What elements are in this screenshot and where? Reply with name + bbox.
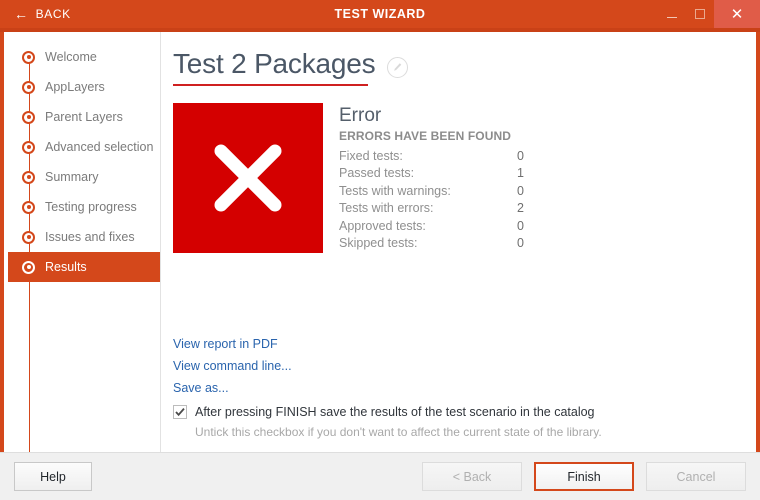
stat-value: 0	[517, 183, 524, 198]
arrow-left-icon: ←	[14, 5, 29, 22]
sidebar-item-label: AppLayers	[45, 80, 105, 94]
stat-label: Tests with errors:	[339, 201, 434, 216]
action-links: View report in PDF View command line... …	[173, 333, 756, 399]
stat-row: Tests with errors: 2	[339, 200, 524, 218]
close-button[interactable]: ✕	[714, 0, 760, 28]
help-button[interactable]: Help	[14, 462, 92, 491]
minimize-button[interactable]	[658, 0, 686, 28]
pencil-edit-icon[interactable]	[387, 56, 409, 78]
wizard-steps-sidebar: Welcome AppLayers Parent Layers Advanced…	[4, 32, 161, 452]
stat-value: 0	[517, 218, 524, 233]
sidebar-item-summary[interactable]: Summary	[8, 162, 160, 192]
stat-label: Skipped tests:	[339, 236, 418, 251]
status-heading: Error	[339, 105, 382, 126]
sidebar-item-issues-and-fixes[interactable]: Issues and fixes	[8, 222, 160, 252]
cancel-button[interactable]: Cancel	[646, 462, 746, 491]
step-bullet-icon	[22, 110, 35, 124]
stat-value: 2	[517, 201, 524, 216]
stat-label: Approved tests:	[339, 218, 426, 233]
step-bullet-icon	[22, 200, 35, 214]
save-results-checkbox-label: After pressing FINISH save the results o…	[195, 405, 595, 419]
sidebar-item-label: Welcome	[45, 50, 97, 64]
stat-value: 1	[517, 166, 524, 181]
content-pane: Test 2 Packages Error ERRORS HAVE BEEN F…	[161, 32, 756, 452]
back-button-label: BACK	[35, 7, 71, 21]
step-bullet-icon	[22, 170, 35, 184]
stat-label: Fixed tests:	[339, 148, 403, 163]
maximize-button[interactable]	[686, 0, 714, 28]
status-subheading: ERRORS HAVE BEEN FOUND	[339, 128, 511, 143]
step-bullet-icon	[22, 80, 35, 94]
test-wizard-window: ← BACK TEST WIZARD ✕ Welcome AppLayers P…	[0, 0, 760, 500]
minimize-icon	[667, 17, 677, 18]
title-bar: ← BACK TEST WIZARD ✕	[0, 0, 760, 28]
save-results-checkbox[interactable]	[173, 405, 187, 419]
stat-row: Skipped tests: 0	[339, 235, 524, 253]
step-bullet-icon	[22, 230, 35, 244]
stat-row: Passed tests: 1	[339, 165, 524, 183]
stat-value: 0	[517, 236, 524, 251]
sidebar-item-results[interactable]: Results	[8, 252, 160, 282]
step-bullet-icon	[22, 140, 35, 154]
finish-button[interactable]: Finish	[534, 462, 634, 491]
error-cross-icon	[173, 103, 323, 253]
view-command-line-link[interactable]: View command line...	[173, 355, 292, 377]
back-button[interactable]: ← BACK	[0, 0, 83, 28]
stat-label: Passed tests:	[339, 166, 415, 181]
page-title: Test 2 Packages	[173, 48, 376, 79]
step-bullet-icon	[22, 260, 35, 274]
title-underline	[173, 84, 368, 86]
test-statistics: Error ERRORS HAVE BEEN FOUND Fixed tests…	[339, 103, 524, 253]
sidebar-item-label: Issues and fixes	[45, 230, 135, 244]
sidebar-item-label: Results	[45, 260, 87, 274]
sidebar-item-welcome[interactable]: Welcome	[8, 42, 160, 72]
sidebar-item-advanced-selection[interactable]: Advanced selection	[8, 132, 160, 162]
back-nav-button[interactable]: < Back	[422, 462, 522, 491]
sidebar-item-label: Summary	[45, 170, 99, 184]
view-report-pdf-link[interactable]: View report in PDF	[173, 333, 278, 355]
sidebar-item-parent-layers[interactable]: Parent Layers	[8, 102, 160, 132]
result-summary: Error ERRORS HAVE BEEN FOUND Fixed tests…	[173, 103, 756, 253]
close-icon: ✕	[730, 5, 744, 23]
footer-nav-buttons: < Back Finish Cancel	[422, 462, 746, 491]
footer-button-bar: Help < Back Finish Cancel	[0, 452, 760, 500]
sidebar-item-label: Testing progress	[45, 200, 137, 214]
save-results-checkbox-row: After pressing FINISH save the results o…	[173, 405, 756, 419]
sidebar-item-testing-progress[interactable]: Testing progress	[8, 192, 160, 222]
page-header: Test 2 Packages	[173, 48, 756, 80]
app-title: TEST WIZARD	[334, 7, 426, 21]
sidebar-item-applayers[interactable]: AppLayers	[8, 72, 160, 102]
step-bullet-icon	[22, 50, 35, 64]
sidebar-item-label: Parent Layers	[45, 110, 123, 124]
window-body: Welcome AppLayers Parent Layers Advanced…	[4, 32, 756, 452]
save-as-link[interactable]: Save as...	[173, 377, 229, 399]
stat-row: Tests with warnings: 0	[339, 183, 524, 201]
stat-value: 0	[517, 148, 524, 163]
sidebar-item-label: Advanced selection	[45, 140, 154, 154]
maximize-icon	[695, 9, 705, 19]
window-controls: ✕	[658, 0, 760, 28]
stat-row: Fixed tests: 0	[339, 148, 524, 166]
stat-label: Tests with warnings:	[339, 183, 451, 198]
stat-row: Approved tests: 0	[339, 218, 524, 236]
checkbox-hint-text: Untick this checkbox if you don't want t…	[195, 425, 602, 439]
